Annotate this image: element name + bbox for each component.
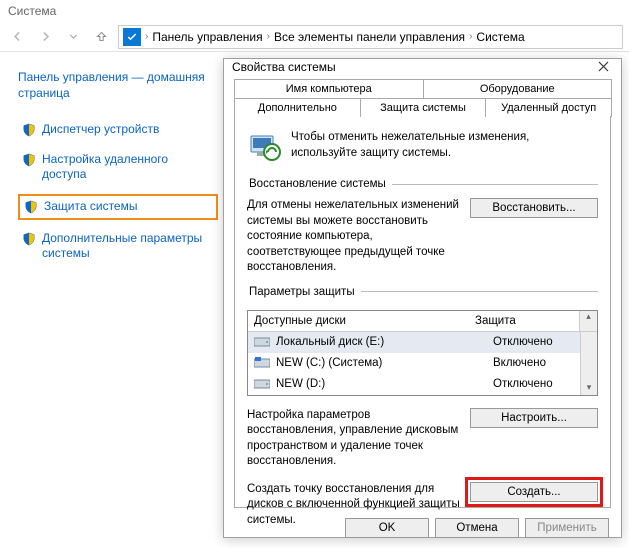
protection-params-group: Параметры защиты Доступные диски Защита …	[247, 286, 598, 529]
disk-name: NEW (C:) (Система)	[276, 357, 382, 369]
intro-text: Чтобы отменить нежелательные изменения, …	[291, 130, 598, 164]
col-header-disk[interactable]: Доступные диски	[248, 315, 469, 327]
restore-button[interactable]: Восстановить...	[470, 198, 598, 218]
drive-icon	[254, 357, 270, 369]
tab-advanced[interactable]: Дополнительно	[234, 98, 361, 117]
sidebar-link-advanced-settings[interactable]: Дополнительные параметры системы	[18, 228, 218, 265]
tab-system-protection[interactable]: Защита системы	[360, 98, 487, 117]
create-description: Создать точку восстановления для дисков …	[247, 482, 462, 529]
col-header-protection[interactable]: Защита	[469, 315, 579, 327]
tab-computer-name[interactable]: Имя компьютера	[234, 79, 424, 98]
configure-button[interactable]: Настроить...	[470, 408, 598, 428]
sidebar: Панель управления — домашняя страница Ди…	[18, 70, 218, 273]
sidebar-link-label: Дополнительные параметры системы	[42, 231, 214, 262]
tab-hardware[interactable]: Оборудование	[423, 79, 613, 98]
nav-bar: › Панель управления › Все элементы панел…	[0, 22, 629, 52]
shield-icon	[22, 123, 36, 137]
system-protection-icon	[247, 130, 281, 164]
chevron-right-icon: ›	[267, 31, 270, 42]
tab-remote[interactable]: Удаленный доступ	[485, 98, 612, 117]
scroll-down-icon: ▾	[587, 382, 592, 393]
table-row[interactable]: NEW (D:) Отключено	[248, 374, 597, 395]
forward-button[interactable]	[34, 26, 56, 48]
disk-name: Локальный диск (E:)	[276, 336, 384, 348]
table-header: Доступные диски Защита ▴	[248, 311, 597, 332]
control-panel-home-link[interactable]: Панель управления — домашняя страница	[18, 70, 218, 101]
breadcrumb-item[interactable]: Система	[476, 30, 524, 44]
disk-name: NEW (D:)	[276, 378, 325, 390]
chevron-right-icon: ›	[145, 31, 148, 42]
sidebar-link-remote-settings[interactable]: Настройка удаленного доступа	[18, 149, 218, 186]
control-panel-icon	[123, 28, 141, 46]
sidebar-link-label: Настройка удаленного доступа	[42, 152, 214, 183]
breadcrumb-item[interactable]: Все элементы панели управления	[274, 30, 465, 44]
configure-description: Настройка параметров восстановления, упр…	[247, 408, 462, 470]
sidebar-link-system-protection[interactable]: Защита системы	[18, 194, 218, 220]
table-row[interactable]: NEW (C:) (Система) Включено	[248, 353, 597, 374]
window-title: Система	[0, 0, 629, 22]
sidebar-link-label: Защита системы	[44, 199, 137, 215]
chevron-right-icon: ›	[469, 31, 472, 42]
create-button[interactable]: Создать...	[470, 482, 598, 502]
recent-locations-button[interactable]	[62, 26, 84, 48]
restore-description: Для отмены нежелательных изменений систе…	[247, 198, 462, 276]
close-icon	[598, 61, 609, 72]
scroll-up-button[interactable]: ▴	[579, 311, 597, 331]
drive-icon	[254, 336, 270, 348]
shield-icon	[22, 232, 36, 246]
up-button[interactable]	[90, 26, 112, 48]
drive-icon	[254, 378, 270, 390]
breadcrumb[interactable]: › Панель управления › Все элементы панел…	[118, 25, 623, 49]
scrollbar[interactable]: ▾	[580, 332, 597, 395]
table-row[interactable]: Локальный диск (E:) Отключено	[248, 332, 597, 353]
disks-table[interactable]: Доступные диски Защита ▴ Локальный диск …	[247, 310, 598, 396]
shield-icon	[24, 200, 38, 214]
restore-group-label: Восстановление системы	[247, 178, 392, 190]
sidebar-link-device-manager[interactable]: Диспетчер устройств	[18, 119, 218, 141]
back-button[interactable]	[6, 26, 28, 48]
breadcrumb-item[interactable]: Панель управления	[152, 30, 262, 44]
shield-icon	[22, 153, 36, 167]
system-properties-dialog: Свойства системы Имя компьютера Оборудов…	[223, 58, 622, 538]
dialog-titlebar[interactable]: Свойства системы	[224, 59, 621, 75]
restore-group: Восстановление системы Для отмены нежела…	[247, 178, 598, 276]
close-button[interactable]	[573, 59, 613, 75]
protection-params-label: Параметры защиты	[247, 286, 361, 298]
tab-panel: Чтобы отменить нежелательные изменения, …	[234, 116, 611, 508]
sidebar-link-label: Диспетчер устройств	[42, 122, 159, 138]
dialog-title: Свойства системы	[232, 60, 573, 74]
